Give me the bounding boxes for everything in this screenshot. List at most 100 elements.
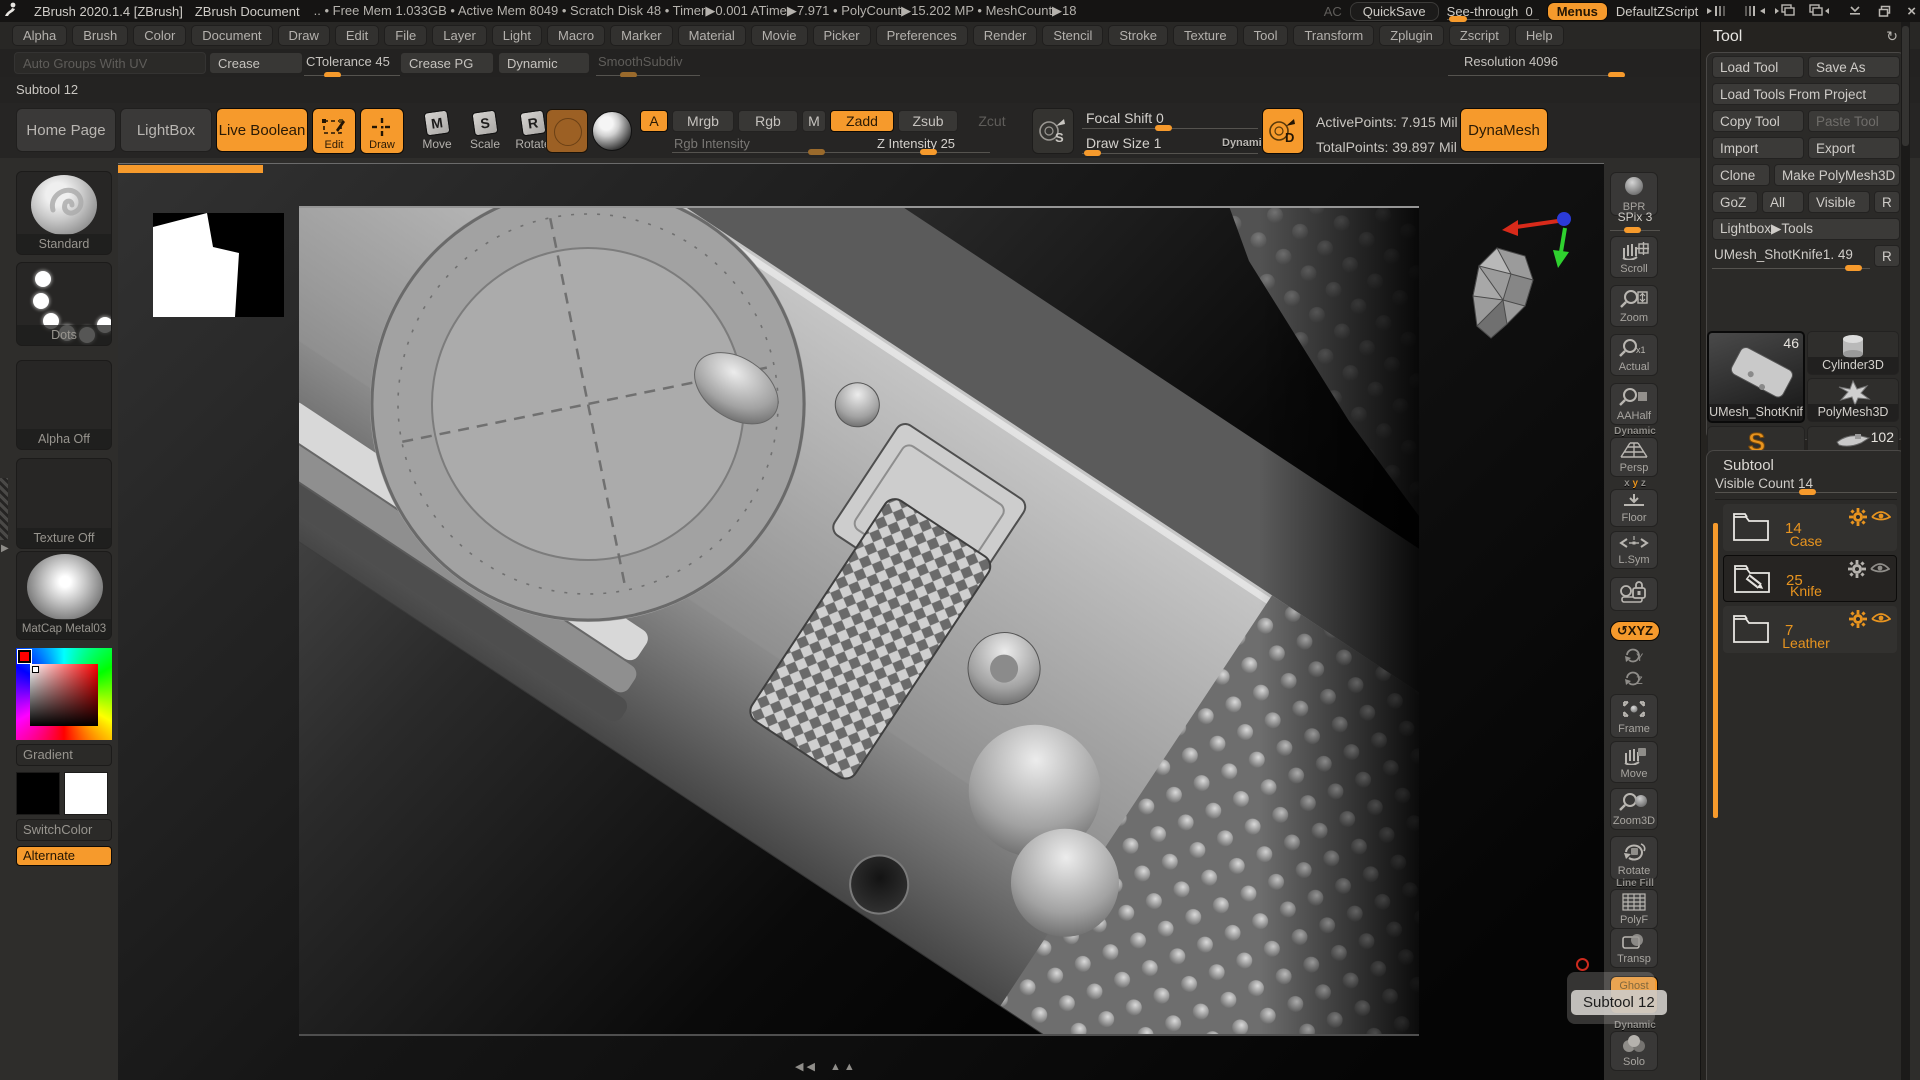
rot-xyz-button[interactable]: ↺XYZ — [1610, 621, 1660, 641]
aahalf-button[interactable]: AAHalf — [1610, 383, 1660, 425]
left-scroll-strip[interactable] — [0, 478, 8, 540]
subtool-row-leather[interactable]: 7 Leather — [1723, 606, 1897, 653]
sv-square[interactable] — [30, 664, 98, 726]
crease-pg-button[interactable]: Crease PG — [400, 52, 494, 74]
z-intensity-slider[interactable]: Z Intensity 25 — [877, 136, 955, 151]
polyf-button[interactable]: Line Fill PolyF — [1610, 878, 1660, 929]
secondary-color-swatch[interactable] — [64, 772, 108, 815]
transp-button[interactable]: Transp — [1610, 928, 1660, 968]
stroke-picker[interactable]: Dots — [16, 262, 112, 346]
material-picker[interactable]: MatCap Metal03 — [16, 551, 112, 640]
scale-button[interactable]: S Scale — [462, 109, 508, 151]
prev-doc-icon[interactable] — [1774, 3, 1798, 19]
menu-item-color[interactable]: Color — [133, 25, 187, 46]
home-page-button[interactable]: Home Page — [16, 108, 116, 152]
menu-item-brush[interactable]: Brush — [72, 25, 129, 46]
copy-tool-button[interactable]: Copy Tool — [1712, 110, 1804, 132]
brush-picker[interactable]: Standard — [16, 171, 112, 255]
export-button[interactable]: Export — [1808, 137, 1900, 159]
persp-button[interactable]: Dynamic Persp — [1610, 426, 1660, 477]
resolution-slider[interactable]: Resolution 4096 — [1448, 54, 1625, 78]
restore-icon[interactable] — [1878, 5, 1891, 17]
focal-shift-slider[interactable]: Focal Shift 0 — [1086, 110, 1164, 126]
alternate-button[interactable]: Alternate — [16, 846, 112, 866]
menu-item-marker[interactable]: Marker — [610, 25, 673, 46]
menu-item-picker[interactable]: Picker — [812, 25, 871, 46]
gradient-label[interactable]: Gradient — [16, 744, 112, 766]
hue-cursor[interactable] — [17, 649, 32, 664]
quicksave-button[interactable]: QuickSave — [1349, 1, 1439, 21]
subtool-gear-icon[interactable] — [1848, 560, 1866, 583]
tool-thumbnail-umesh_shotknif[interactable]: 46UMesh_ShotKnif — [1707, 331, 1805, 423]
tool-thumbnail-cylinder3d[interactable]: Cylinder3D — [1807, 331, 1899, 375]
lightbox-tools-button[interactable]: Lightbox▶Tools — [1712, 218, 1900, 240]
menu-item-alpha[interactable]: Alpha — [12, 25, 68, 46]
default-zscript-button[interactable]: DefaultZScript — [1616, 4, 1698, 19]
auto-groups-button[interactable]: Auto Groups With UV — [14, 52, 206, 74]
menu-item-edit[interactable]: Edit — [334, 25, 380, 46]
menu-item-movie[interactable]: Movie — [750, 25, 808, 46]
close-icon[interactable]: × — [1907, 3, 1916, 20]
anchor-button[interactable]: A — [640, 110, 668, 132]
subtool-gear-icon[interactable] — [1849, 508, 1867, 531]
menu-item-file[interactable]: File — [384, 25, 428, 46]
crease-button[interactable]: Crease — [209, 52, 303, 74]
rot-y-button[interactable]: Y — [1610, 646, 1660, 667]
camlock-button[interactable] — [1610, 577, 1660, 611]
make-polymesh3d-button[interactable]: Make PolyMesh3D — [1774, 164, 1900, 186]
menu-item-stencil[interactable]: Stencil — [1042, 25, 1104, 46]
focal-s-icon[interactable]: S — [1032, 108, 1074, 154]
rgb-button[interactable]: Rgb — [738, 110, 798, 132]
next-doc-icon[interactable] — [1806, 3, 1830, 19]
minimize-icon[interactable] — [1848, 5, 1862, 17]
floor-button[interactable]: x y z Floor — [1610, 478, 1660, 527]
scroll-button[interactable]: Scroll — [1610, 236, 1660, 278]
menu-item-help[interactable]: Help — [1514, 25, 1564, 46]
menu-item-draw[interactable]: Draw — [277, 25, 330, 46]
color-picker[interactable] — [16, 648, 112, 740]
alpha-picker[interactable]: Alpha Off — [16, 360, 112, 450]
menus-button[interactable]: Menus — [1546, 1, 1608, 21]
zadd-button[interactable]: Zadd — [830, 110, 894, 132]
texture-picker[interactable]: Texture Off — [16, 458, 112, 549]
sv-cursor[interactable] — [32, 666, 39, 673]
zoom-button[interactable]: Zoom — [1610, 285, 1660, 327]
actual-button[interactable]: x1 Actual — [1610, 334, 1660, 376]
rotate3d-button[interactable]: Rotate — [1610, 836, 1660, 880]
panel-scrollbar[interactable] — [1901, 22, 1910, 1080]
clone-button[interactable]: Clone — [1712, 164, 1770, 186]
dynamic-size-label[interactable]: Dynamic — [1222, 137, 1268, 149]
menu-item-zplugin[interactable]: Zplugin — [1379, 25, 1444, 46]
restore-configuration-icon[interactable]: ↻ — [1886, 28, 1898, 45]
ac-toggle[interactable]: AC — [1324, 4, 1342, 19]
menu-item-material[interactable]: Material — [677, 25, 746, 46]
move3d-button[interactable]: Move — [1610, 741, 1660, 783]
ctolerance-slider[interactable]: CTolerance 45 — [304, 54, 400, 78]
menu-item-layer[interactable]: Layer — [432, 25, 487, 46]
menu-item-zscript[interactable]: Zscript — [1448, 25, 1510, 46]
rot-z-button[interactable]: Z — [1610, 669, 1660, 690]
mrgb-button[interactable]: Mrgb — [672, 110, 734, 132]
move-button[interactable]: M Move — [414, 109, 460, 151]
zcut-button[interactable]: Zcut — [964, 110, 1020, 132]
lightbox-button[interactable]: LightBox — [120, 108, 212, 152]
menu-item-light[interactable]: Light — [491, 25, 542, 46]
left-expand-arrow[interactable]: ▶ — [1, 543, 9, 554]
subtool-row-case[interactable]: 14 Case — [1723, 504, 1897, 551]
canvas-scroll-arrows[interactable]: ◀◀ ▲▲ — [795, 1060, 858, 1073]
import-button[interactable]: Import — [1712, 137, 1804, 159]
live-boolean-button[interactable]: Live Boolean — [216, 108, 308, 152]
subtool-eye-icon[interactable] — [1870, 561, 1891, 580]
subtool-eye-icon[interactable] — [1871, 611, 1892, 630]
edit-button[interactable]: Edit — [312, 108, 356, 154]
divider-right-icon[interactable] — [1740, 4, 1766, 18]
menu-item-transform[interactable]: Transform — [1293, 25, 1375, 46]
goz-r-button[interactable]: R — [1874, 191, 1900, 213]
goz-all-button[interactable]: All — [1762, 191, 1804, 213]
goz-visible-button[interactable]: Visible — [1808, 191, 1870, 213]
lsym-button[interactable]: L.Sym — [1610, 531, 1660, 569]
zoom3d-button[interactable]: Zoom3D — [1610, 788, 1660, 830]
menu-item-render[interactable]: Render — [972, 25, 1038, 46]
menu-item-tool[interactable]: Tool — [1242, 25, 1289, 46]
dynamic-button[interactable]: Dynamic — [498, 52, 590, 74]
